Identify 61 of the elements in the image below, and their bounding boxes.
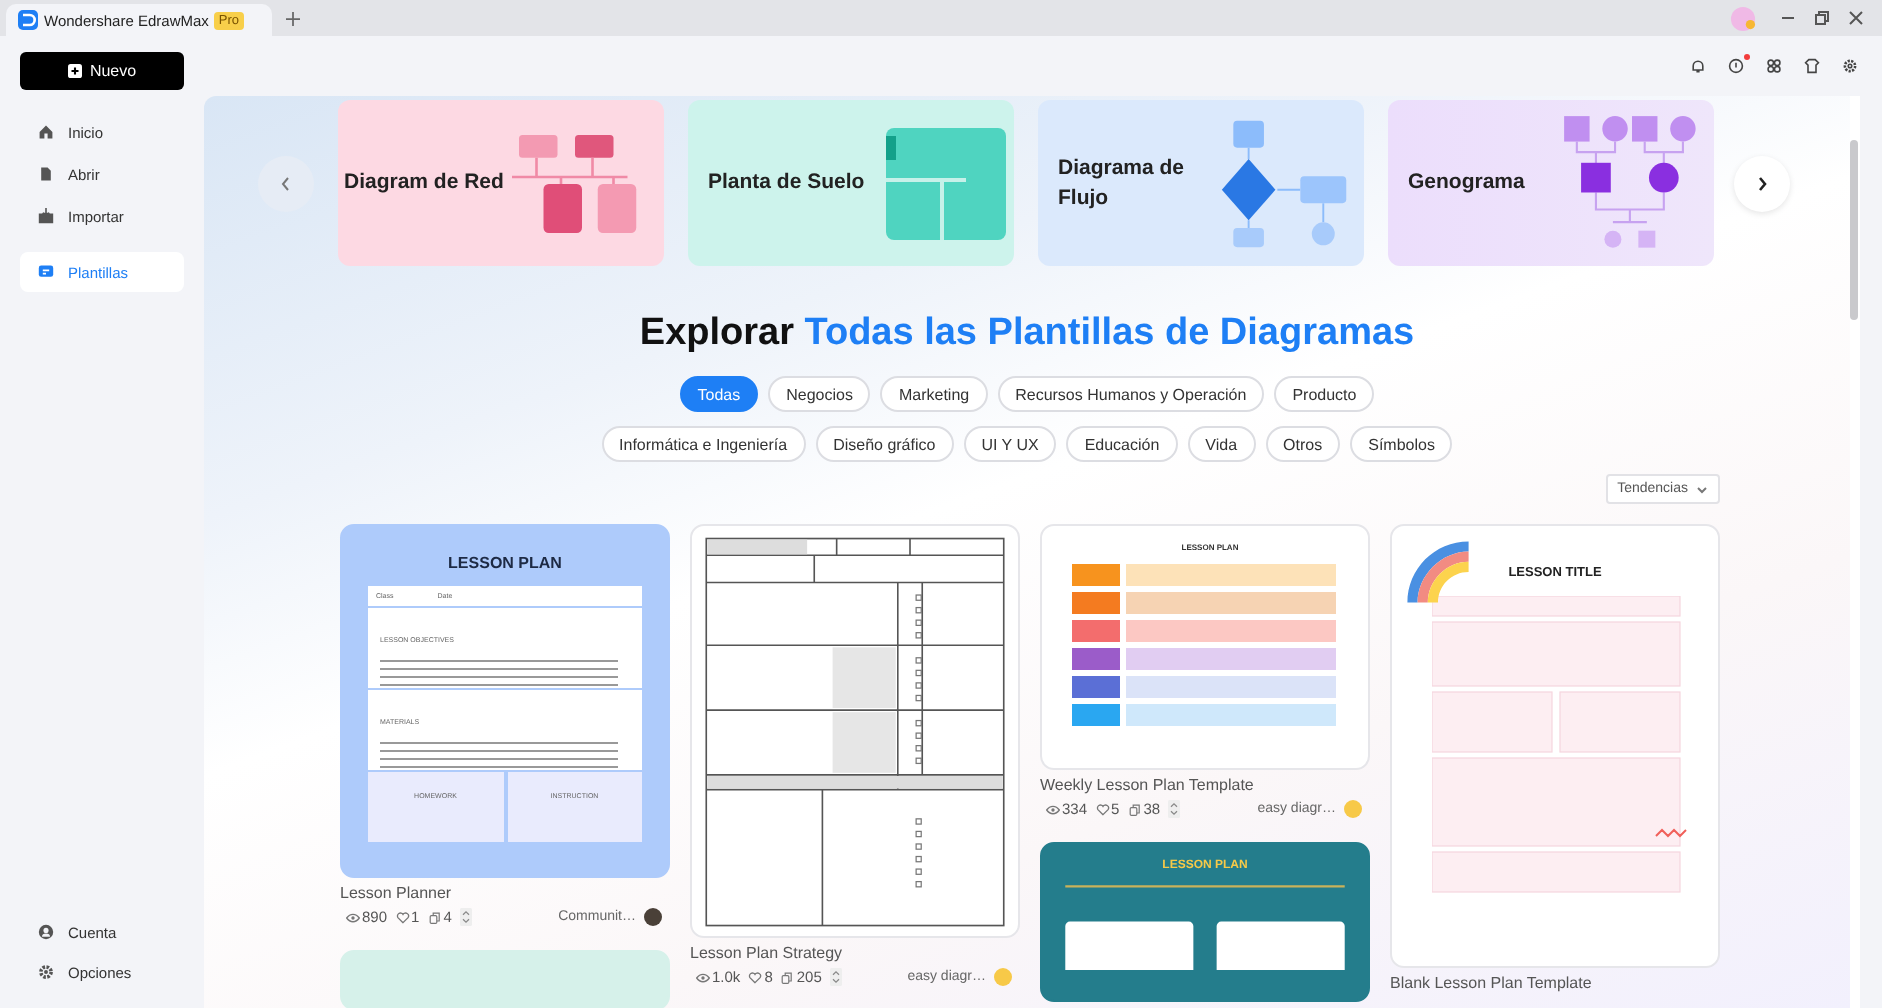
document-title: LESSON PLAN <box>446 554 564 572</box>
settings-icon[interactable] <box>1842 58 1858 74</box>
plus-icon <box>67 64 82 78</box>
page-heading: Explorar Todas las Plantillas de Diagramas <box>637 310 1417 358</box>
new-button[interactable]: Nuevo <box>20 52 184 90</box>
template-title: Weekly Lesson Plan Template <box>1040 776 1256 794</box>
user-icon <box>38 924 54 940</box>
grid-icon[interactable] <box>1766 58 1782 74</box>
template-icon <box>38 264 54 280</box>
app-logo-icon <box>18 10 38 30</box>
heart-icon <box>395 911 410 923</box>
home-icon <box>38 124 54 140</box>
import-icon <box>38 208 54 224</box>
caret-icon <box>1696 485 1708 493</box>
heart-icon <box>748 971 763 983</box>
template-title: Lesson Planner <box>340 884 454 902</box>
stepper-icon[interactable] <box>1168 800 1181 818</box>
stepper-icon[interactable] <box>829 968 842 986</box>
eye-icon <box>1046 803 1060 815</box>
shirt-icon[interactable] <box>1804 58 1820 74</box>
author-avatar-icon <box>994 968 1012 986</box>
settings-icon <box>38 964 54 980</box>
copy-icon <box>427 911 442 923</box>
copy-icon <box>1127 803 1142 815</box>
category-chip[interactable]: Marketing <box>880 376 988 412</box>
category-chip[interactable]: Todas <box>679 376 759 412</box>
genogram-drawing <box>1562 113 1702 253</box>
new-tab-icon[interactable] <box>285 11 300 25</box>
template-title: Blank Lesson Plan Template <box>1390 974 1594 992</box>
category-chip[interactable]: Otros <box>1265 426 1341 462</box>
category-chip[interactable]: Símbolos <box>1350 426 1453 462</box>
author-avatar-icon <box>1344 800 1362 818</box>
eye-icon <box>346 911 360 923</box>
close-icon[interactable] <box>1848 10 1864 26</box>
category-chip[interactable]: Informática e Ingeniería <box>601 426 806 462</box>
eye-icon <box>696 971 710 983</box>
template-thumbnail[interactable] <box>340 950 670 1008</box>
author-avatar-icon <box>644 908 662 926</box>
help-icon[interactable] <box>1728 58 1744 74</box>
restore-icon[interactable] <box>1814 10 1830 26</box>
rainbow-drawing <box>1404 538 1472 606</box>
category-card[interactable]: Diagrama de Flujo <box>1038 100 1364 266</box>
chevron-left-icon <box>280 175 292 191</box>
template-title: Lesson Plan Strategy <box>690 944 845 962</box>
category-card[interactable]: Diagram de Red <box>338 100 664 266</box>
category-chip[interactable]: Diseño gráfico <box>815 426 954 462</box>
category-card[interactable]: Genograma <box>1388 100 1714 266</box>
category-chip[interactable]: Educación <box>1066 426 1178 462</box>
category-chip[interactable]: Vida <box>1187 426 1256 462</box>
copy-icon <box>780 971 795 983</box>
category-chip[interactable]: Recursos Humanos y Operación <box>997 376 1265 412</box>
category-chip[interactable]: Producto <box>1274 376 1375 412</box>
category-chip[interactable]: Negocios <box>768 376 871 412</box>
file-icon <box>38 166 54 182</box>
chevron-right-icon <box>1756 175 1768 191</box>
category-chip[interactable]: UI Y UX <box>963 426 1057 462</box>
stepper-icon[interactable] <box>459 908 472 926</box>
scrollbar-thumb[interactable] <box>1850 140 1858 320</box>
heart-icon <box>1095 803 1110 815</box>
category-card[interactable]: Planta de Suelo <box>688 100 1014 266</box>
bell-icon[interactable] <box>1690 58 1706 74</box>
